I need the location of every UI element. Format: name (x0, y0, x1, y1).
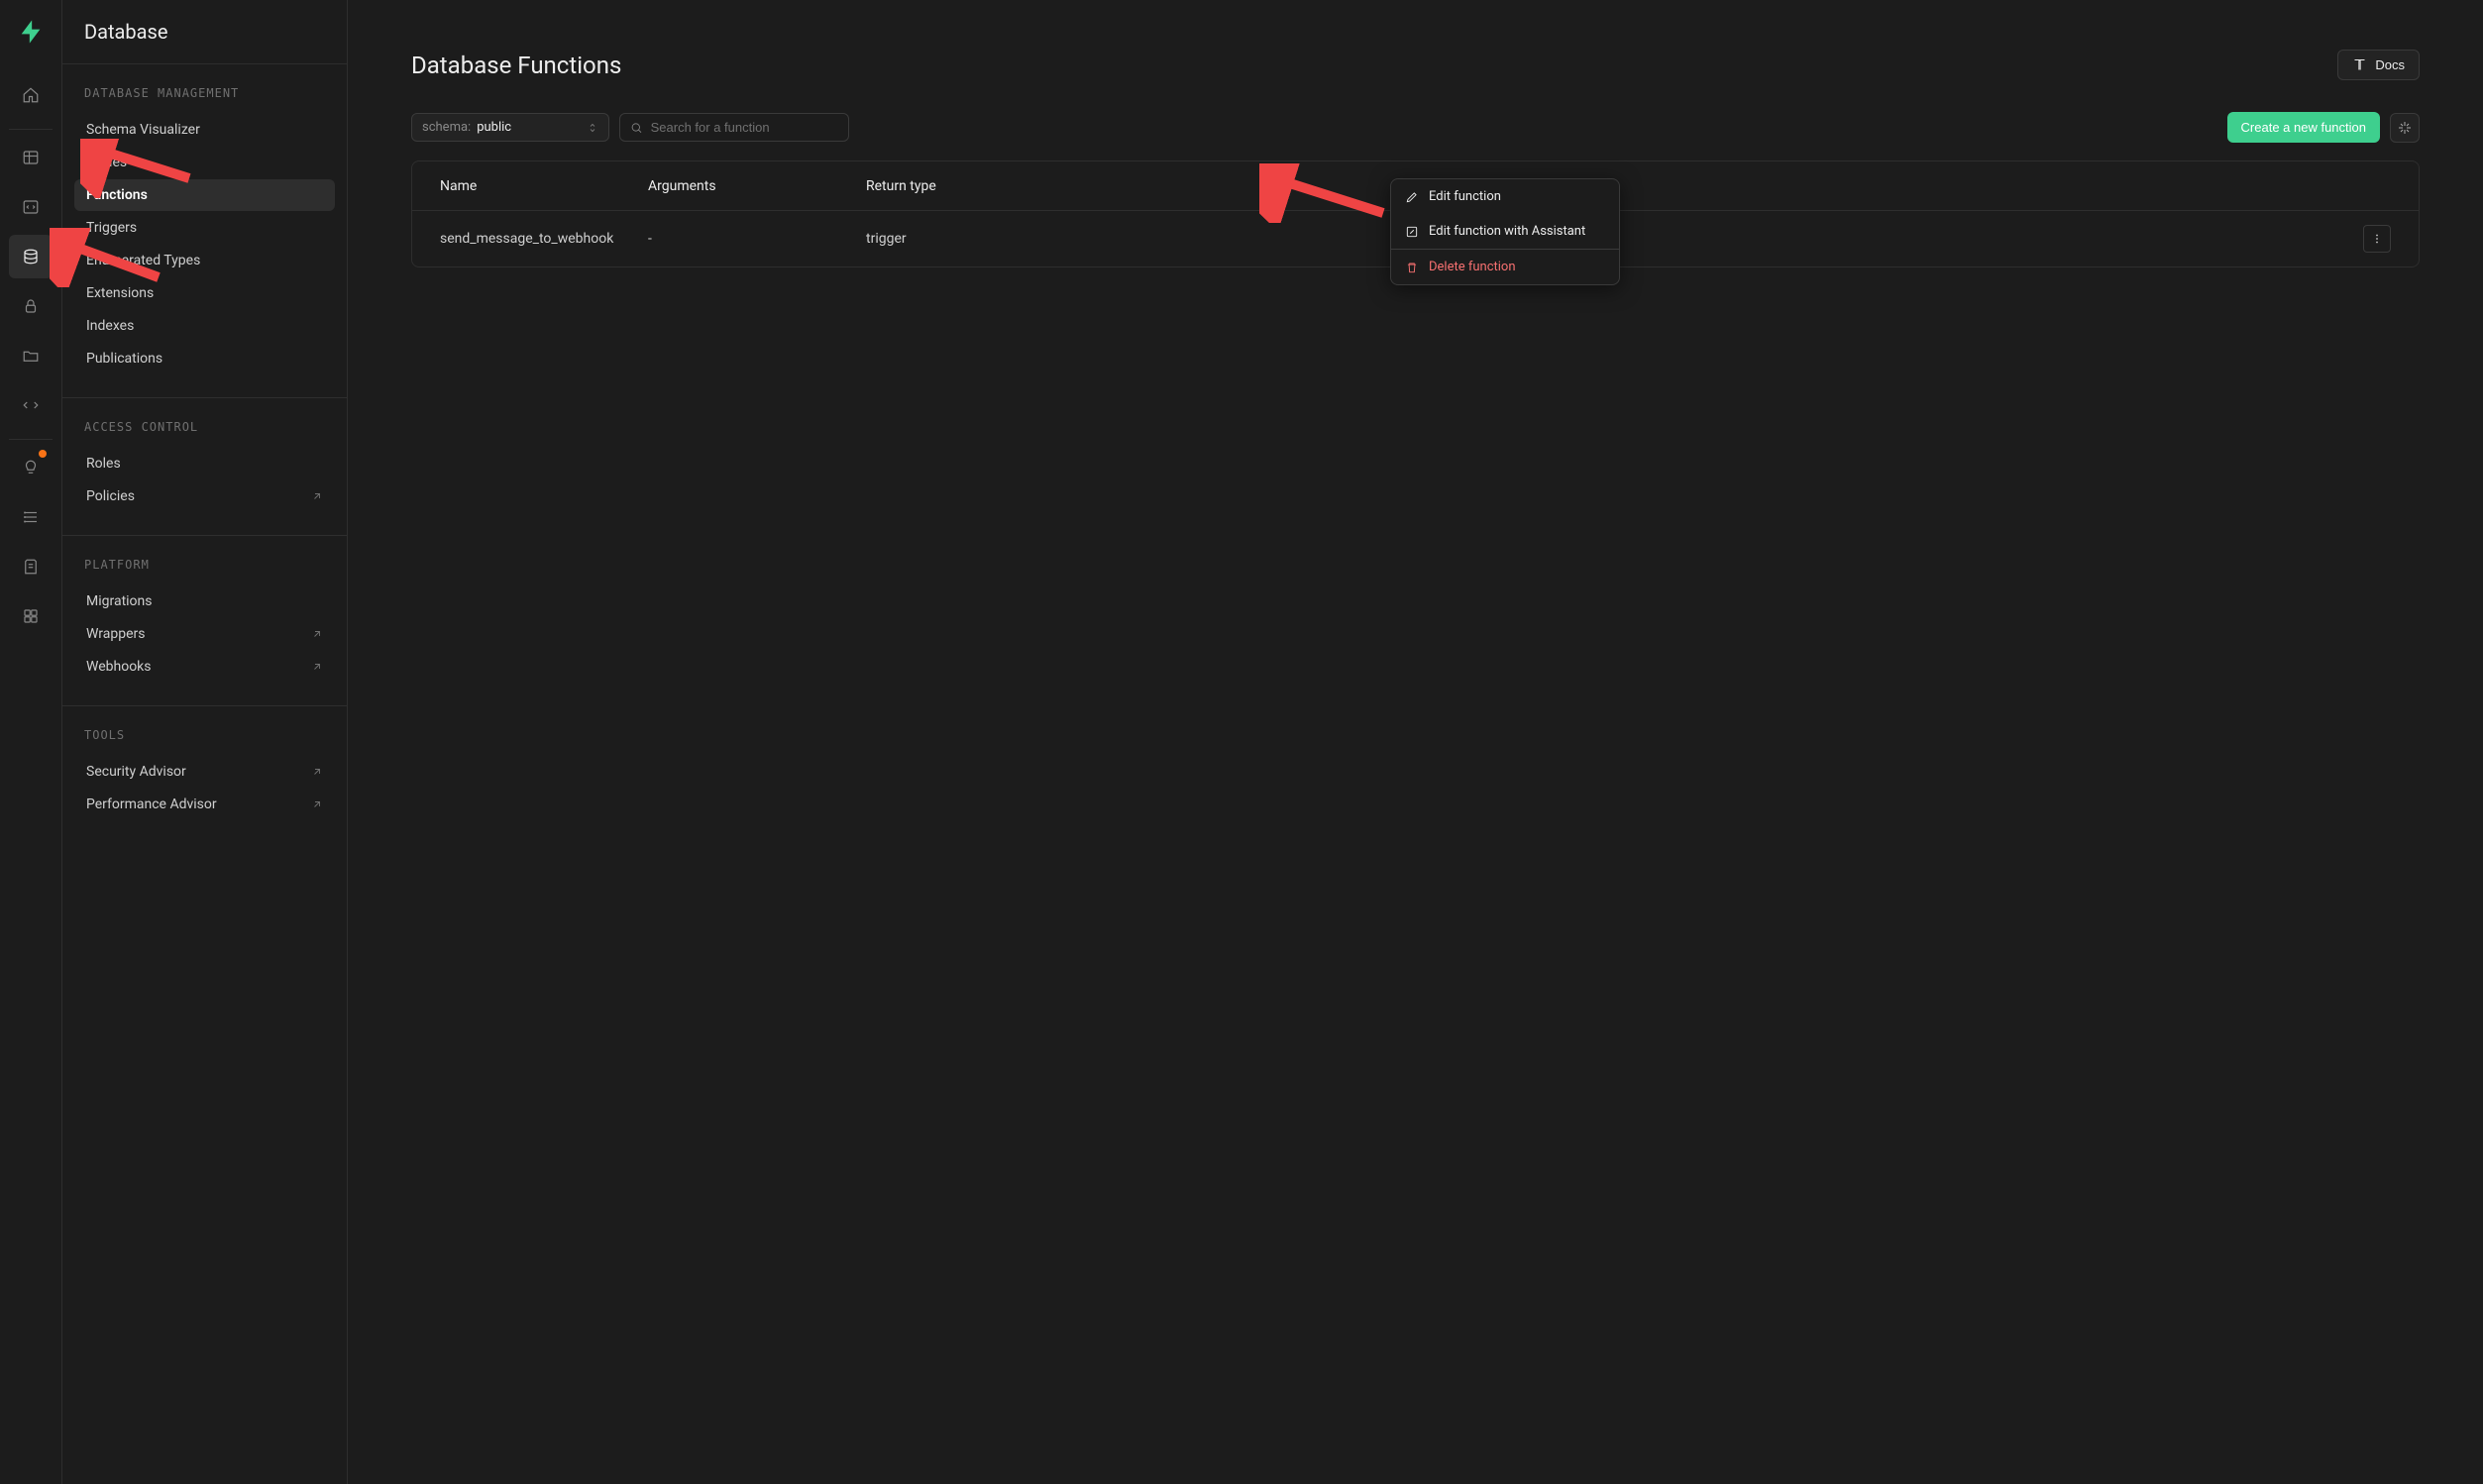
section-header: PLATFORM (74, 536, 335, 585)
search-input-wrap[interactable] (619, 113, 849, 142)
nav-label: Tables (86, 155, 127, 170)
nav-label: Indexes (86, 318, 134, 334)
table-editor-icon[interactable] (9, 136, 53, 179)
nav-label: Webhooks (86, 659, 152, 675)
nav-performance-advisor[interactable]: Performance Advisor (74, 789, 335, 820)
external-link-icon (311, 766, 323, 778)
nav-enumerated-types[interactable]: Enumerated Types (74, 245, 335, 276)
external-link-icon (311, 661, 323, 673)
nav-triggers[interactable]: Triggers (74, 212, 335, 244)
external-link-icon (311, 628, 323, 640)
nav-wrappers[interactable]: Wrappers (74, 618, 335, 650)
main-header: Database Functions Docs (411, 50, 2420, 80)
menu-delete-function[interactable]: Delete function (1391, 250, 1619, 284)
home-icon[interactable] (9, 73, 53, 117)
col-return-type: Return type (866, 178, 1084, 194)
logo-icon (17, 18, 45, 46)
toolbar: schema: public Create a new function (411, 112, 2420, 143)
schema-select[interactable]: schema: public (411, 113, 609, 142)
nav-label: Publications (86, 351, 162, 367)
nav-security-advisor[interactable]: Security Advisor (74, 756, 335, 788)
nav-label: Triggers (86, 220, 137, 236)
nav-label: Enumerated Types (86, 253, 200, 268)
row-actions-button[interactable] (2363, 225, 2391, 253)
section-tools: TOOLS Security Advisor Performance Advis… (62, 706, 347, 843)
nav-indexes[interactable]: Indexes (74, 310, 335, 342)
nav-label: Performance Advisor (86, 796, 217, 812)
nav-label: Extensions (86, 285, 154, 301)
nav-label: Policies (86, 488, 135, 504)
docs-button[interactable]: Docs (2337, 50, 2420, 80)
nav-label: Security Advisor (86, 764, 186, 780)
schema-value: public (477, 120, 581, 135)
notification-dot-icon (39, 450, 47, 458)
menu-label: Edit function (1429, 189, 1501, 204)
menu-edit-function[interactable]: Edit function (1391, 179, 1619, 214)
menu-label: Edit function with Assistant (1429, 224, 1585, 239)
nav-roles[interactable]: Roles (74, 448, 335, 479)
nav-label: Wrappers (86, 626, 145, 642)
sparkle-icon (2397, 120, 2413, 136)
docs-label: Docs (2375, 57, 2405, 72)
api-icon[interactable] (9, 594, 53, 638)
nav-functions[interactable]: Functions (74, 179, 335, 211)
search-input[interactable] (651, 120, 838, 135)
sidebar: Database DATABASE MANAGEMENT Schema Visu… (62, 0, 348, 1484)
storage-icon[interactable] (9, 334, 53, 377)
advisor-icon[interactable] (9, 446, 53, 489)
chevron-up-down-icon (587, 122, 598, 134)
main-content: Database Functions Docs schema: public C… (348, 0, 2483, 1484)
cell-name: send_message_to_webhook (440, 231, 648, 247)
search-icon (630, 121, 643, 135)
database-icon[interactable] (9, 235, 53, 278)
menu-edit-with-assistant[interactable]: Edit function with Assistant (1391, 214, 1619, 249)
col-name: Name (440, 178, 648, 194)
nav-publications[interactable]: Publications (74, 343, 335, 374)
reports-icon[interactable] (9, 545, 53, 588)
nav-label: Migrations (86, 593, 153, 609)
trash-icon (1405, 261, 1419, 274)
page-title: Database Functions (411, 52, 621, 79)
icon-rail (0, 0, 62, 1484)
rail-divider (9, 129, 53, 130)
cell-arguments: - (648, 231, 866, 247)
edit-square-icon (1405, 225, 1419, 239)
section-header: TOOLS (74, 706, 335, 756)
section-access-control: ACCESS CONTROL Roles Policies (62, 398, 347, 536)
nav-label: Schema Visualizer (86, 122, 200, 138)
pencil-icon (1405, 190, 1419, 204)
menu-label: Delete function (1429, 260, 1516, 274)
sql-editor-icon[interactable] (9, 185, 53, 229)
create-function-button[interactable]: Create a new function (2227, 112, 2380, 143)
dots-vertical-icon (2370, 232, 2384, 246)
auth-icon[interactable] (9, 284, 53, 328)
nav-webhooks[interactable]: Webhooks (74, 651, 335, 683)
schema-label: schema: (422, 120, 471, 135)
section-database-management: DATABASE MANAGEMENT Schema Visualizer Ta… (62, 64, 347, 398)
nav-schema-visualizer[interactable]: Schema Visualizer (74, 114, 335, 146)
col-arguments: Arguments (648, 178, 866, 194)
sidebar-title: Database (62, 0, 347, 64)
rail-divider (9, 439, 53, 440)
section-header: DATABASE MANAGEMENT (74, 64, 335, 114)
section-platform: PLATFORM Migrations Wrappers Webhooks (62, 536, 347, 706)
nav-policies[interactable]: Policies (74, 480, 335, 512)
cell-return-type: trigger (866, 231, 1084, 247)
ai-assistant-button[interactable] (2390, 113, 2420, 143)
book-icon (2352, 57, 2367, 72)
nav-tables[interactable]: Tables (74, 147, 335, 178)
nav-migrations[interactable]: Migrations (74, 585, 335, 617)
edge-functions-icon[interactable] (9, 383, 53, 427)
nav-extensions[interactable]: Extensions (74, 277, 335, 309)
nav-label: Roles (86, 456, 121, 472)
logs-icon[interactable] (9, 495, 53, 539)
context-menu: Edit function Edit function with Assista… (1390, 178, 1620, 285)
external-link-icon (311, 490, 323, 502)
nav-label: Functions (86, 187, 148, 203)
external-link-icon (311, 798, 323, 810)
section-header: ACCESS CONTROL (74, 398, 335, 448)
